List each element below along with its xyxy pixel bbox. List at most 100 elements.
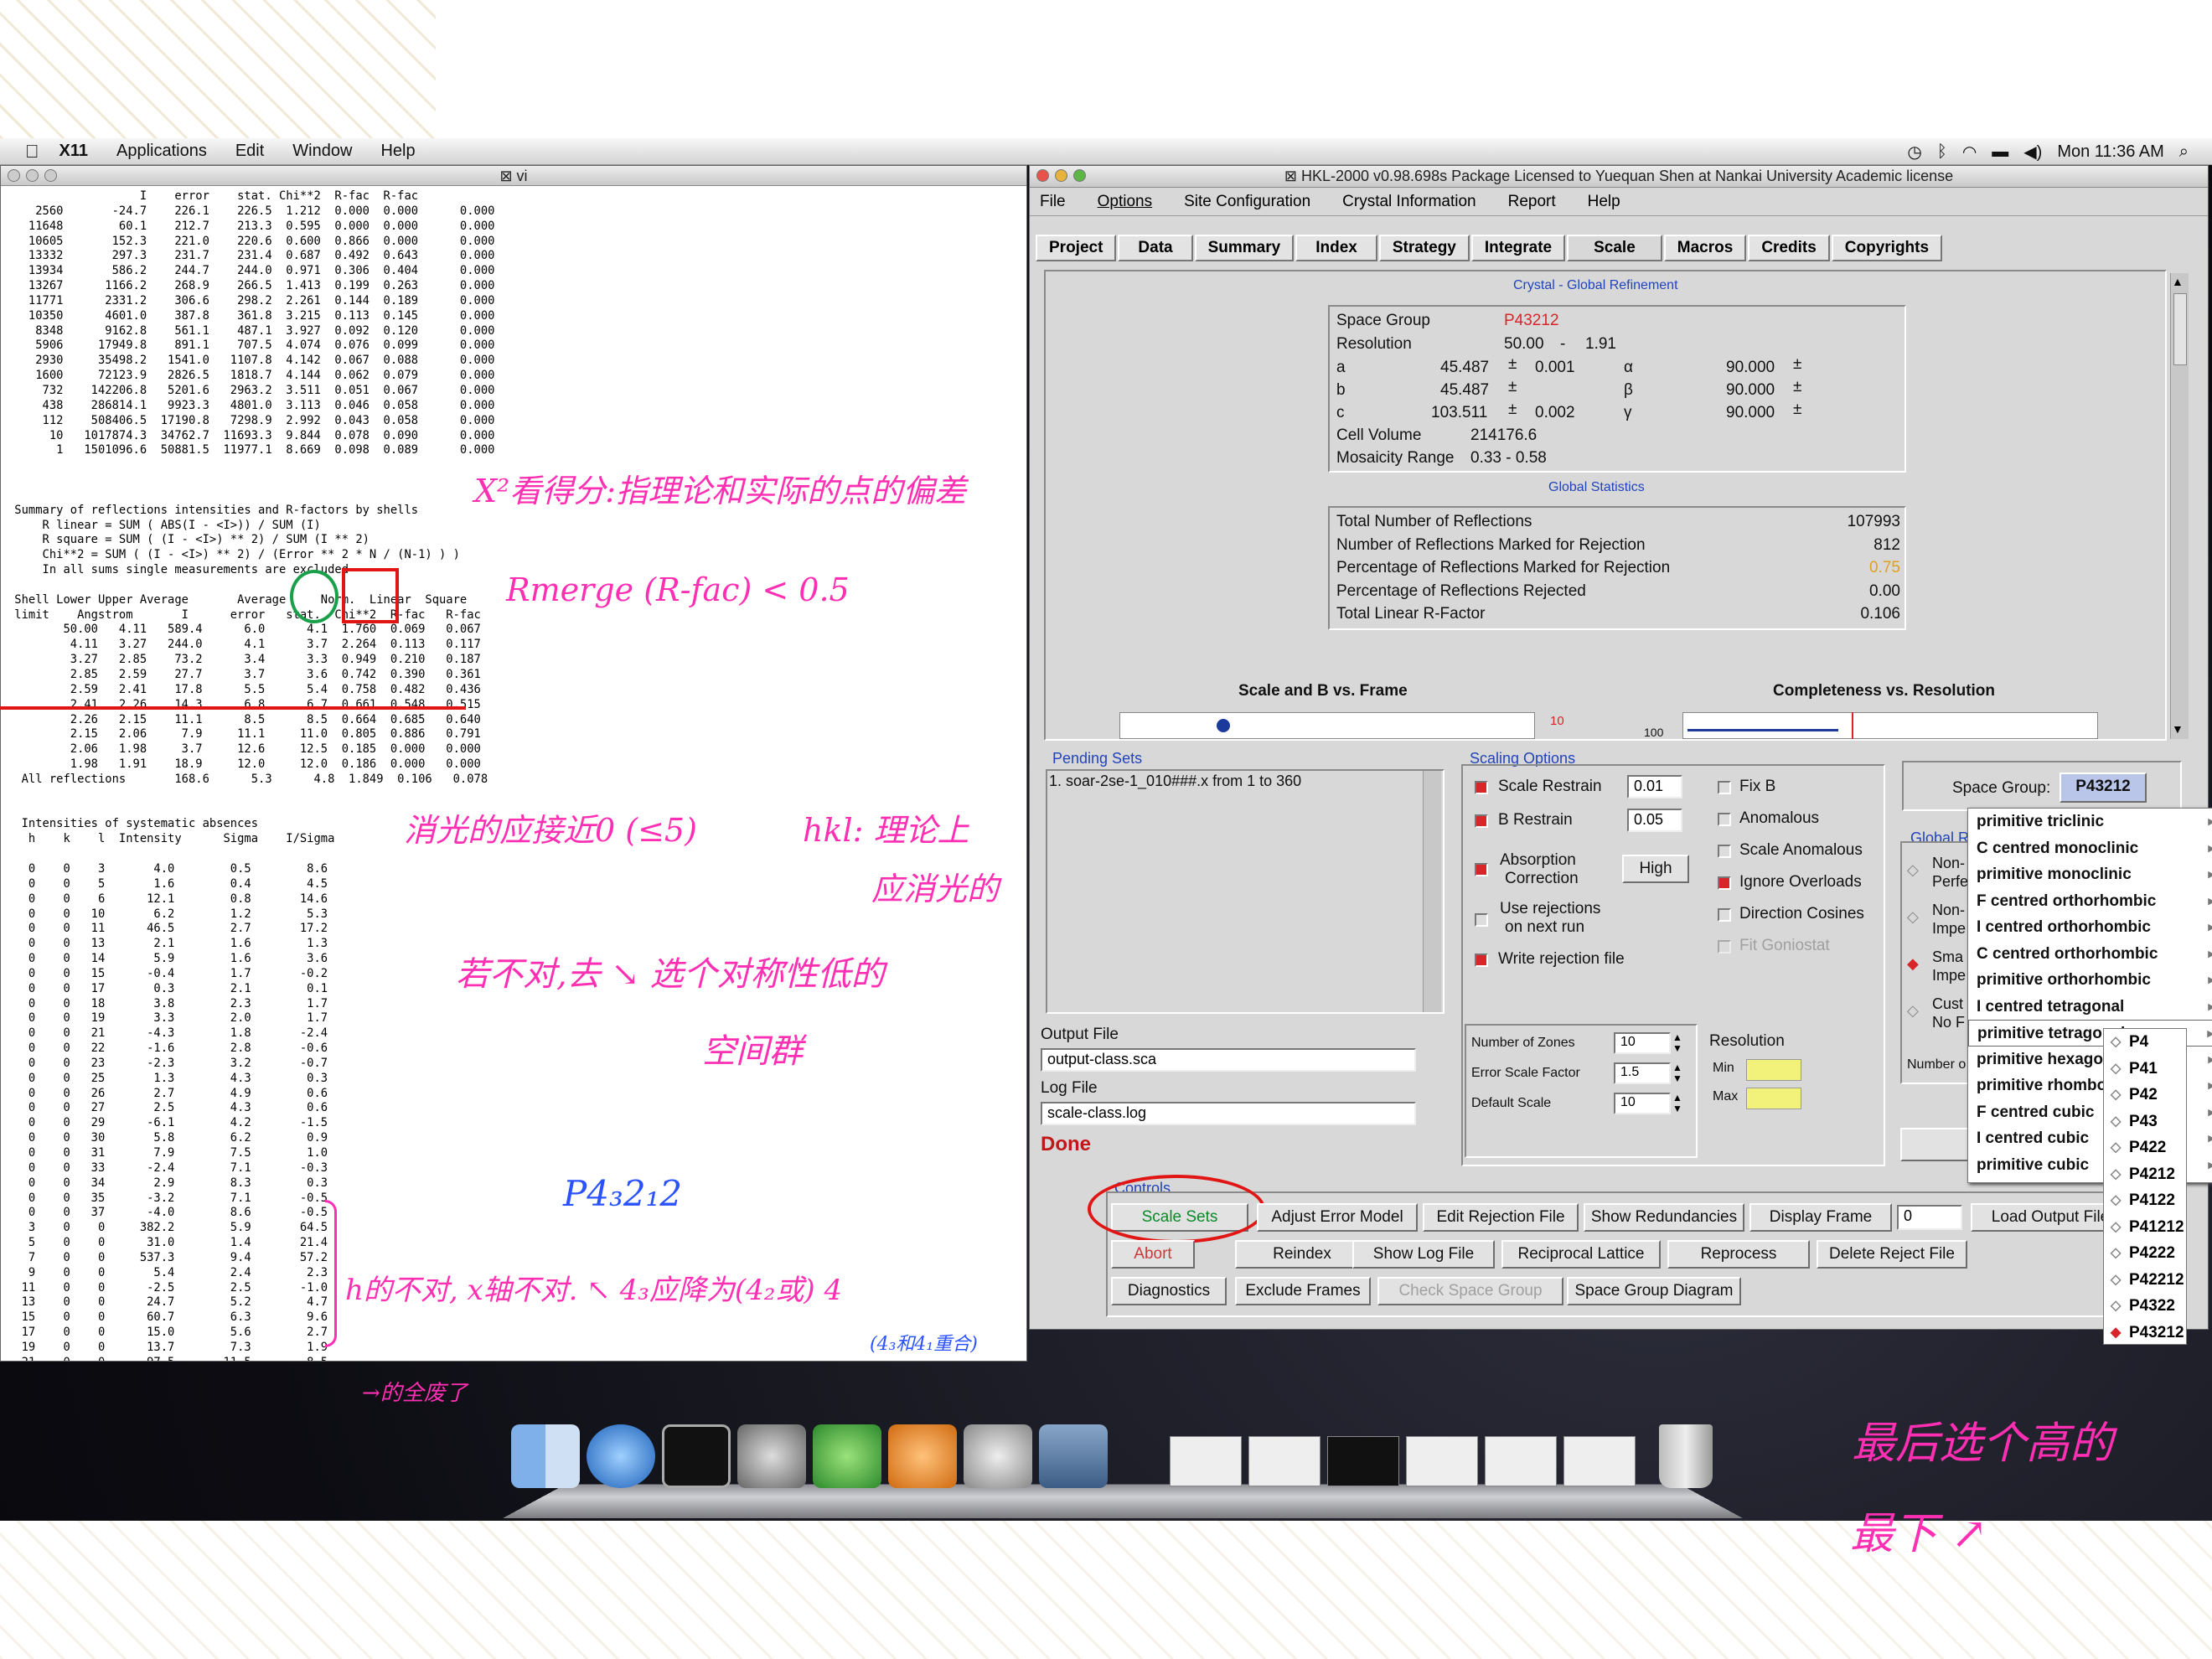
hkl-titlebar[interactable]: ⊠ HKL-2000 v0.98.698s Package Licensed t… <box>1030 166 2208 188</box>
space-group-button[interactable]: P43212 <box>2060 773 2147 803</box>
adjust-error-model-button[interactable]: Adjust Error Model <box>1257 1203 1418 1232</box>
space-group-option[interactable]: P43212 <box>2104 1320 2186 1346</box>
lattice-option[interactable]: F centred orthorhombic <box>1968 888 2212 915</box>
tab-data[interactable]: Data <box>1118 235 1193 261</box>
tab-credits[interactable]: Credits <box>1748 235 1830 261</box>
pending-set-item[interactable]: 1. soar-2se-1_010###.x from 1 to 360 <box>1049 773 1301 790</box>
res-min-field[interactable] <box>1746 1059 1801 1081</box>
terminal-text[interactable]: I error stat. Chi**2 R-fac R-fac 2560 -2… <box>1 186 1026 1361</box>
bluetooth-icon[interactable]: ᛒ <box>1937 142 1947 162</box>
menu-app-name[interactable]: X11 <box>59 142 88 161</box>
exclude-frames-button[interactable]: Exclude Frames <box>1235 1277 1371 1305</box>
menu-applications[interactable]: Applications <box>116 142 207 161</box>
zoom-icon[interactable] <box>1073 169 1086 182</box>
space-group-option[interactable]: P4122 <box>2104 1187 2186 1214</box>
minimize-icon[interactable] <box>1055 169 1067 182</box>
space-group-option[interactable]: P42212 <box>2104 1267 2186 1294</box>
close-icon[interactable] <box>1036 169 1049 182</box>
ignore-overloads-checkbox[interactable] <box>1718 876 1731 890</box>
safari-icon[interactable] <box>587 1424 655 1488</box>
space-group-diagram-button[interactable]: Space Group Diagram <box>1567 1277 1741 1305</box>
absorption-level-button[interactable]: High <box>1622 855 1689 883</box>
terminal-titlebar[interactable]: ⊠ vi <box>1 166 1026 186</box>
volume-icon[interactable]: ◀) <box>2023 142 2042 163</box>
scale-restrain-checkbox[interactable] <box>1475 781 1488 794</box>
lattice-option[interactable]: C centred monoclinic <box>1968 835 2212 862</box>
space-group-option[interactable]: P4222 <box>2104 1240 2186 1267</box>
space-group-option[interactable]: P41 <box>2104 1056 2186 1083</box>
abort-button[interactable]: Abort <box>1111 1240 1195 1269</box>
menu-file[interactable]: File <box>1040 193 1066 211</box>
frame-number-field[interactable]: 0 <box>1897 1205 1962 1230</box>
hkl-app-icon[interactable] <box>813 1424 881 1488</box>
display-frame-button[interactable]: Display Frame <box>1749 1203 1892 1232</box>
diagnostics-button[interactable]: Diagnostics <box>1111 1277 1227 1305</box>
log-file-field[interactable]: scale-class.log <box>1041 1102 1416 1125</box>
space-group-dropdown[interactable]: P4P41P42P43P422P4212P4122P41212P4222P422… <box>2103 1028 2187 1345</box>
minimized-window-6[interactable] <box>1563 1436 1636 1486</box>
space-group-option[interactable]: P42 <box>2104 1082 2186 1109</box>
scale-anomalous-checkbox[interactable] <box>1718 845 1731 858</box>
scroll-up-icon[interactable]: ▲ <box>2172 275 2184 288</box>
space-group-option[interactable]: P4322 <box>2104 1293 2186 1320</box>
res-max-field[interactable] <box>1746 1088 1801 1109</box>
tab-copyrights[interactable]: Copyrights <box>1831 235 1943 261</box>
lattice-option[interactable]: C centred orthorhombic <box>1968 941 2212 968</box>
b-restrain-checkbox[interactable] <box>1475 814 1488 828</box>
delete-reject-file-button[interactable]: Delete Reject File <box>1817 1240 1967 1269</box>
lattice-option[interactable]: primitive orthorhombic <box>1968 967 2212 994</box>
output-file-field[interactable]: output-class.sca <box>1041 1048 1416 1072</box>
tab-integrate[interactable]: Integrate <box>1470 235 1566 261</box>
default-scale-field[interactable]: 10 <box>1614 1093 1671 1114</box>
error-scale-field[interactable]: 1.5 <box>1614 1062 1671 1084</box>
fit-goniostat-checkbox[interactable] <box>1718 940 1731 954</box>
close-icon[interactable] <box>8 169 20 182</box>
menu-clock[interactable]: Mon 11:36 AM <box>2057 142 2163 162</box>
space-group-option[interactable]: P4212 <box>2104 1161 2186 1188</box>
trash-icon[interactable] <box>1659 1424 1713 1488</box>
menu-edit[interactable]: Edit <box>235 142 264 161</box>
pending-scrollbar[interactable] <box>1423 771 1441 1012</box>
pymol-icon[interactable] <box>888 1424 957 1488</box>
show-log-file-button[interactable]: Show Log File <box>1352 1240 1495 1269</box>
menu-help[interactable]: Help <box>380 142 415 161</box>
space-group-option[interactable]: P41212 <box>2104 1214 2186 1241</box>
scroll-down-icon[interactable]: ▼ <box>2172 722 2184 736</box>
minimized-window-5[interactable] <box>1485 1436 1557 1486</box>
menu-window[interactable]: Window <box>292 142 352 161</box>
edit-rejection-file-button[interactable]: Edit Rejection File <box>1423 1203 1579 1232</box>
use-rejections-checkbox[interactable] <box>1475 913 1488 927</box>
tab-project[interactable]: Project <box>1036 235 1117 261</box>
scale-restrain-field[interactable]: 0.01 <box>1627 775 1682 798</box>
global-option-radio[interactable]: ◆ <box>1907 955 1919 973</box>
menu-help[interactable]: Help <box>1588 193 1620 211</box>
zones-field[interactable]: 10 <box>1614 1032 1671 1054</box>
menu-report[interactable]: Report <box>1508 193 1556 211</box>
space-group-option[interactable]: P4 <box>2104 1029 2186 1056</box>
default-scale-spinner-icon[interactable]: ▲ ▼ <box>1672 1093 1682 1114</box>
direction-cosines-checkbox[interactable] <box>1718 908 1731 922</box>
lattice-option[interactable]: I centred orthorhombic <box>1968 914 2212 941</box>
anomalous-checkbox[interactable] <box>1718 813 1731 826</box>
apple-menu-icon[interactable]:  <box>25 141 39 163</box>
space-group-option[interactable]: P43 <box>2104 1109 2186 1135</box>
minimized-window-3[interactable] <box>1327 1436 1399 1486</box>
minimized-window-1[interactable] <box>1170 1436 1242 1486</box>
finder-icon[interactable] <box>511 1424 580 1488</box>
time-machine-icon[interactable]: ◷ <box>1907 142 1921 163</box>
pending-sets-list[interactable] <box>1046 769 1445 1014</box>
error-scale-spinner-icon[interactable]: ▲ ▼ <box>1672 1062 1682 1084</box>
global-option-radio[interactable]: ◇ <box>1907 908 1919 926</box>
tab-scale[interactable]: Scale <box>1567 235 1662 261</box>
reindex-button[interactable]: Reindex <box>1235 1240 1369 1269</box>
zones-spinner-icon[interactable]: ▲ ▼ <box>1672 1032 1682 1054</box>
tab-summary[interactable]: Summary <box>1194 235 1295 261</box>
show-redundancies-button[interactable]: Show Redundancies <box>1584 1203 1744 1232</box>
absorption-checkbox[interactable] <box>1475 863 1488 876</box>
x11-app-icon[interactable] <box>964 1424 1032 1488</box>
global-option-radio[interactable]: ◇ <box>1907 1002 1919 1020</box>
global-option-radio[interactable]: ◇ <box>1907 861 1919 879</box>
wifi-icon[interactable]: ◠ <box>1962 142 1977 163</box>
lattice-option[interactable]: I centred tetragonal <box>1968 994 2212 1021</box>
menu-crystal-information[interactable]: Crystal Information <box>1342 193 1476 211</box>
